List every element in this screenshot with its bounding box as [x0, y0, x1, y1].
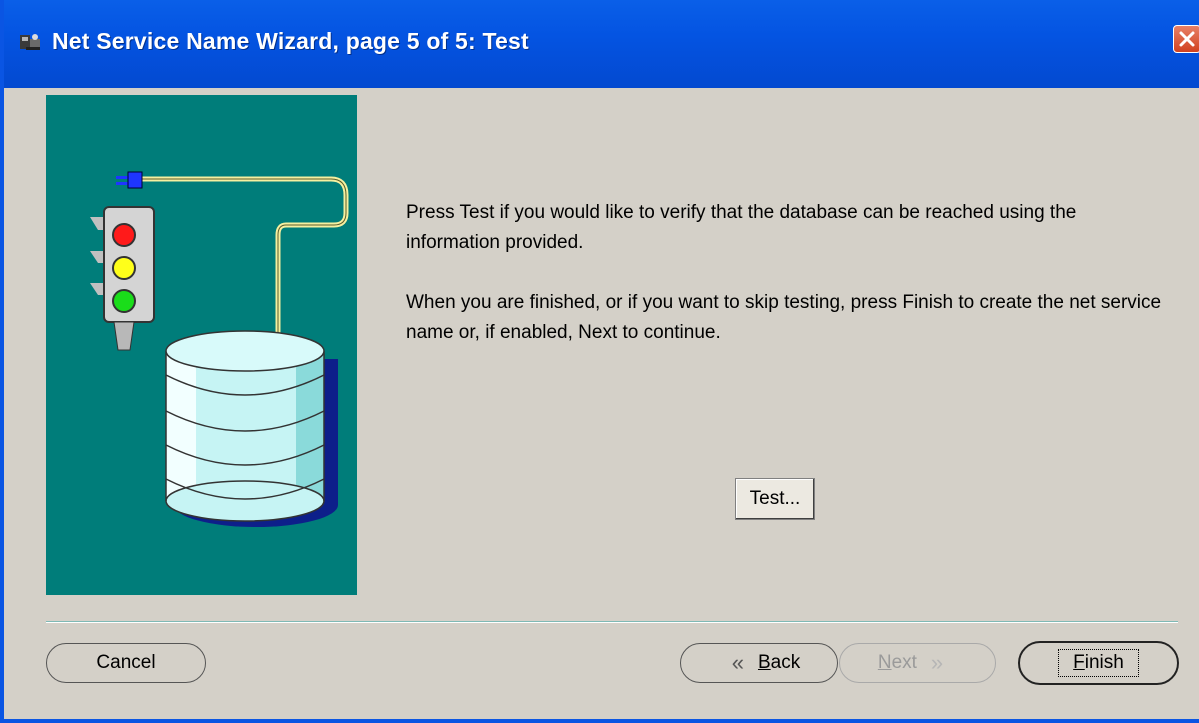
chevron-left-icon: « [731, 650, 744, 675]
back-button[interactable]: « Back [680, 643, 838, 683]
instruction-paragraph-finish: When you are finished, or if you want to… [406, 292, 1162, 343]
chevron-right-icon: » [930, 650, 944, 675]
instruction-paragraph-test: Press Test if you would like to verify t… [406, 202, 1077, 253]
separator [46, 621, 1178, 623]
next-button[interactable]: Next » [839, 643, 996, 683]
app-icon [18, 31, 44, 53]
close-icon [1179, 31, 1195, 47]
traffic-light-icon [90, 206, 155, 351]
close-button[interactable] [1173, 25, 1199, 53]
next-label: Next [877, 652, 917, 673]
wizard-content: Press Test if you would like to verify t… [8, 88, 1199, 719]
window-title: Net Service Name Wizard, page 5 of 5: Te… [52, 28, 529, 54]
test-button[interactable]: Test... [735, 478, 815, 520]
cancel-button[interactable]: Cancel [46, 643, 206, 683]
finish-label: Finish [1058, 649, 1139, 677]
database-icon [165, 330, 338, 527]
wizard-window: Net Service Name Wizard, page 5 of 5: Te… [0, 0, 1199, 723]
wizard-illustration [46, 95, 357, 595]
finish-button[interactable]: Finish [1018, 641, 1179, 685]
instructions-text: Press Test if you would like to verify t… [406, 198, 1166, 378]
title-bar[interactable]: Net Service Name Wizard, page 5 of 5: Te… [4, 0, 1199, 88]
back-label: Back [757, 652, 801, 673]
